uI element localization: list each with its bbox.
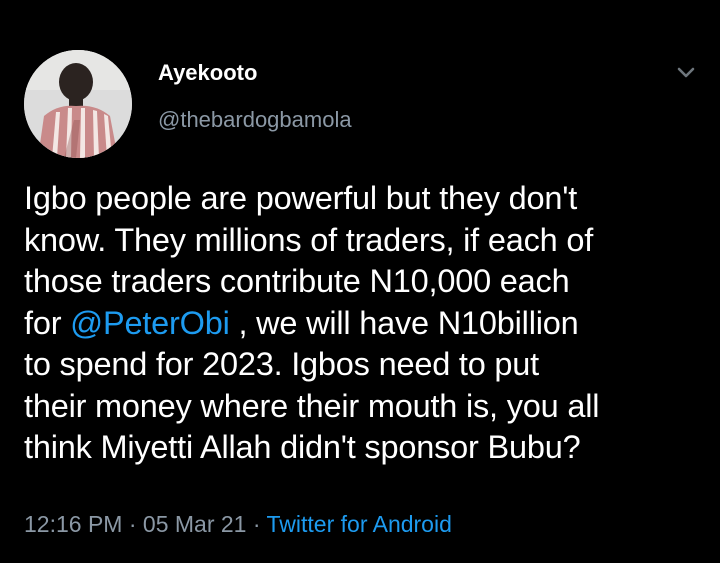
tweet-text-segment: , we will have N10billion (229, 304, 579, 341)
tweet-text-line: think Miyetti Allah didn't sponsor Bubu? (24, 429, 581, 465)
meta-separator: · (128, 511, 137, 537)
tweet-text-segment: for (24, 304, 71, 341)
tweet-card: Ayekooto @thebardogbamola Igbo people ar… (0, 0, 720, 563)
tweet-time[interactable]: 12:16 PM (24, 511, 122, 537)
tweet-meta: 12:16 PM · 05 Mar 21 · Twitter for Andro… (24, 511, 452, 538)
meta-separator: · (252, 511, 261, 537)
author-display-name[interactable]: Ayekooto (158, 60, 257, 86)
tweet-text-line: for @PeterObi , we will have N10billion (24, 303, 704, 345)
tweet-text-line: to spend for 2023. Igbos need to put (24, 346, 540, 382)
avatar[interactable] (24, 50, 132, 158)
author-handle[interactable]: @thebardogbamola (158, 107, 352, 133)
tweet-text-line: know. They millions of traders, if each … (24, 221, 594, 258)
mention-link[interactable]: @PeterObi (70, 305, 230, 341)
tweet-source-link[interactable]: Twitter for Android (267, 511, 452, 537)
tweet-text: Igbo people are powerful but they don't … (24, 178, 704, 469)
chevron-down-icon (677, 67, 695, 78)
tweet-text-line: Igbo people are powerful but they don't (24, 180, 578, 216)
tweet-text-line: those traders contribute N10,000 each (24, 263, 570, 299)
tweet-date[interactable]: 05 Mar 21 (143, 511, 247, 537)
avatar-photo-icon (24, 50, 132, 158)
tweet-text-line: their money where their mouth is, you al… (24, 387, 600, 424)
tweet-menu-button[interactable] (672, 58, 700, 86)
